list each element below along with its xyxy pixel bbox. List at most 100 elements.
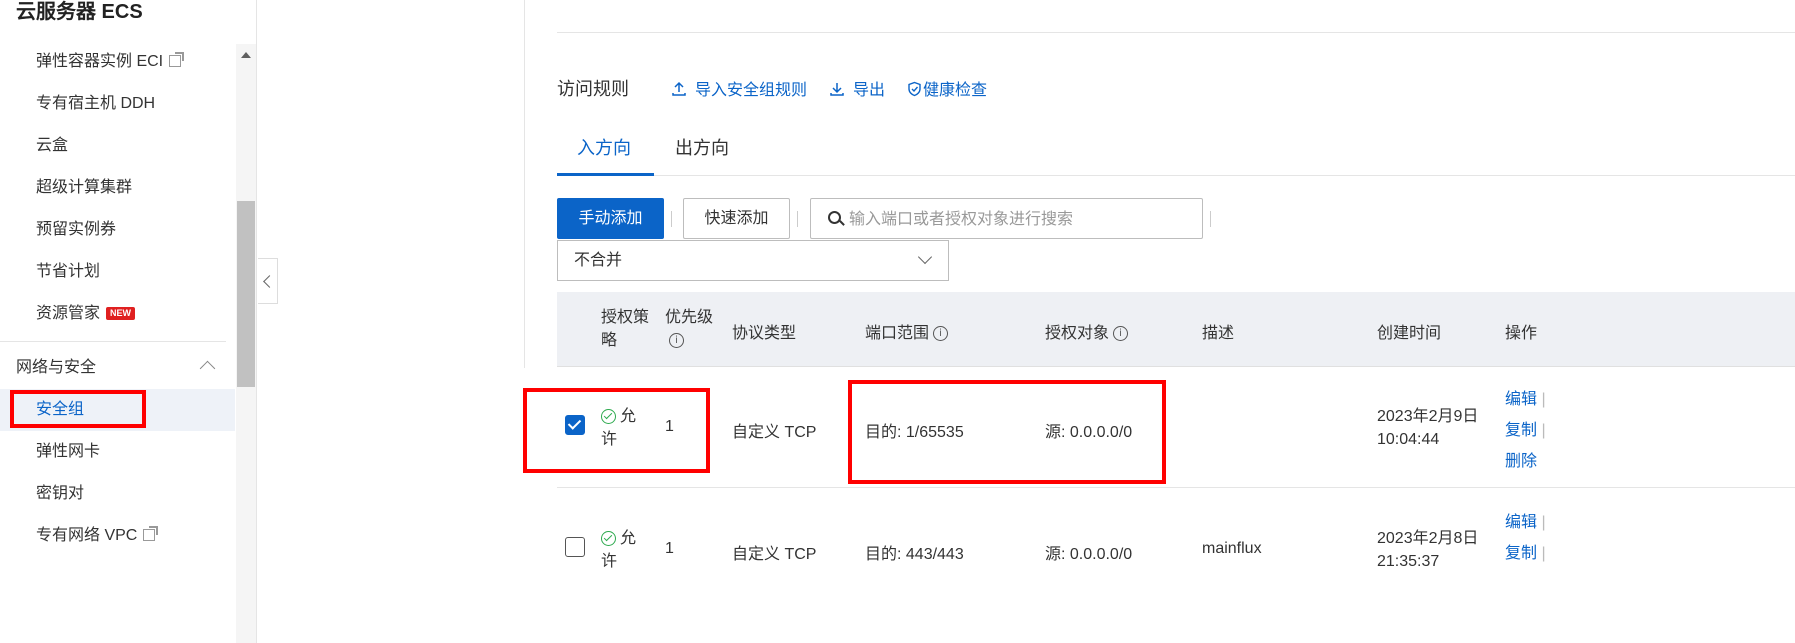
panel-divider <box>524 0 525 368</box>
external-link-icon <box>169 52 185 67</box>
toolbar-separator <box>797 211 798 227</box>
created-cell: 2023年2月8日 21:35:37 <box>1377 527 1478 573</box>
op-separator: | <box>1541 391 1546 408</box>
quick-add-button[interactable]: 快速添加 <box>683 198 790 239</box>
header-port: 端口范围 i <box>865 319 949 343</box>
op-separator: | <box>1541 545 1546 562</box>
sidebar-item-label: 弹性容器实例 ECI <box>36 53 164 70</box>
sidebar-item-reserved-instances[interactable]: 预留实例券 <box>0 209 235 251</box>
health-check-label: 健康检查 <box>923 82 988 99</box>
created-date: 2023年2月8日 <box>1377 530 1479 547</box>
highlight-box <box>523 388 710 473</box>
sidebar-item-label: 云盒 <box>36 137 69 154</box>
sidebar-item-label: 专有宿主机 DDH <box>36 95 156 112</box>
tab-inbound[interactable]: 入方向 <box>577 124 631 172</box>
merge-select-value: 不合并 <box>574 252 623 269</box>
op-separator: | <box>1541 422 1546 439</box>
protocol-cell: 自定义 TCP <box>732 546 817 563</box>
sidebar-item-savings-plan[interactable]: 节省计划 <box>0 251 235 293</box>
access-rules-title: 访问规则 <box>557 79 629 99</box>
import-rules-link[interactable]: 导入安全组规则 <box>671 76 807 100</box>
operations-cell: 编辑 | 复制 | <box>1505 507 1546 569</box>
header-port-label: 端口范围 <box>865 325 930 342</box>
sidebar-title: 云服务器 ECS <box>16 1 143 23</box>
health-check-link[interactable]: 健康检查 <box>907 76 987 100</box>
search-box[interactable] <box>810 198 1203 240</box>
priority-cell: 1 <box>665 540 674 557</box>
info-icon[interactable]: i <box>669 333 684 349</box>
port-cell: 目的: 443/443 <box>865 546 964 563</box>
shield-icon <box>908 81 921 97</box>
search-icon <box>828 211 841 224</box>
search-input[interactable] <box>847 199 1191 240</box>
created-cell: 2023年2月9日 10:04:44 <box>1377 405 1478 451</box>
section-divider <box>557 32 1795 33</box>
sidebar-item-vpc[interactable]: 专有网络 VPC <box>0 515 235 557</box>
created-time: 21:35:37 <box>1377 553 1440 570</box>
protocol-cell: 自定义 TCP <box>732 424 817 441</box>
sidebar-item-cloudbox[interactable]: 云盒 <box>0 125 235 167</box>
info-icon[interactable]: i <box>933 326 949 342</box>
sidebar-item-eci[interactable]: 弹性容器实例 ECI <box>0 41 235 83</box>
export-label: 导出 <box>853 82 886 99</box>
op-separator: | <box>1541 514 1546 531</box>
toolbar-separator <box>671 211 672 227</box>
delete-link[interactable]: 删除 <box>1505 453 1537 470</box>
header-policy: 授权策略 <box>601 309 650 349</box>
copy-link[interactable]: 复制 <box>1505 545 1537 562</box>
header-created: 创建时间 <box>1377 325 1442 342</box>
chevron-down-icon <box>917 249 933 265</box>
download-icon <box>830 83 844 96</box>
merge-select[interactable]: 不合并 <box>557 240 949 281</box>
header-target: 授权对象 i <box>1045 319 1129 343</box>
edit-link[interactable]: 编辑 <box>1505 391 1537 408</box>
header-description: 描述 <box>1202 325 1235 342</box>
scrollbar-thumb[interactable] <box>237 201 255 387</box>
active-tab-indicator <box>557 173 654 176</box>
sidebar-divider <box>0 341 226 342</box>
check-circle-icon <box>601 531 616 547</box>
policy-cell: 允许 <box>601 527 646 573</box>
operations-cell: 编辑 | 复制 | 删除 <box>1505 384 1546 477</box>
sidebar-item-label: 专有网络 VPC <box>36 527 138 544</box>
sidebar-item-resource-manager[interactable]: 资源管家 NEW <box>0 293 235 335</box>
highlight-box <box>10 390 146 428</box>
created-date: 2023年2月9日 <box>1377 408 1479 425</box>
sidebar-item-label: 超级计算集群 <box>36 179 133 196</box>
new-badge: NEW <box>106 307 136 321</box>
sidebar-item-ddh[interactable]: 专有宿主机 DDH <box>0 83 235 125</box>
sidebar-item-keypair[interactable]: 密钥对 <box>0 473 235 515</box>
toolbar-separator <box>1210 211 1211 227</box>
target-cell: 源: 0.0.0.0/0 <box>1045 546 1133 563</box>
created-time: 10:04:44 <box>1377 431 1440 448</box>
sidebar-section-network-security[interactable]: 网络与安全 <box>0 347 235 389</box>
row-divider <box>557 487 1795 488</box>
sidebar-section-label: 网络与安全 <box>16 359 97 376</box>
chevron-up-icon <box>199 360 216 377</box>
manual-add-button[interactable]: 手动添加 <box>557 198 664 239</box>
export-link[interactable]: 导出 <box>829 76 885 100</box>
sidebar: 云服务器 ECS 弹性容器实例 ECI 专有宿主机 DDH 云盒 超级计算集群 … <box>0 0 257 643</box>
header-target-label: 授权对象 <box>1045 325 1110 342</box>
sidebar-item-eni[interactable]: 弹性网卡 <box>0 431 235 473</box>
scroll-up-icon[interactable] <box>241 52 251 58</box>
copy-link[interactable]: 复制 <box>1505 422 1537 439</box>
sidebar-item-label: 资源管家 <box>36 305 101 322</box>
description-cell: mainflux <box>1202 540 1262 557</box>
header-operations: 操作 <box>1505 325 1538 342</box>
collapse-sidebar-button[interactable] <box>258 258 278 304</box>
header-protocol: 协议类型 <box>732 325 797 342</box>
upload-icon <box>672 81 686 96</box>
info-icon[interactable]: i <box>1113 326 1129 342</box>
sidebar-item-label: 弹性网卡 <box>36 443 101 460</box>
header-priority: 优先级 i <box>665 306 715 352</box>
tabs-divider <box>557 175 1795 176</box>
row-checkbox[interactable] <box>565 537 585 557</box>
sidebar-item-label: 节省计划 <box>36 263 101 280</box>
tab-outbound[interactable]: 出方向 <box>675 124 729 172</box>
header-priority-label: 优先级 <box>665 309 714 326</box>
external-link-icon <box>143 526 159 541</box>
highlight-box <box>848 380 1166 484</box>
edit-link[interactable]: 编辑 <box>1505 514 1537 531</box>
sidebar-item-supercomputing[interactable]: 超级计算集群 <box>0 167 235 209</box>
